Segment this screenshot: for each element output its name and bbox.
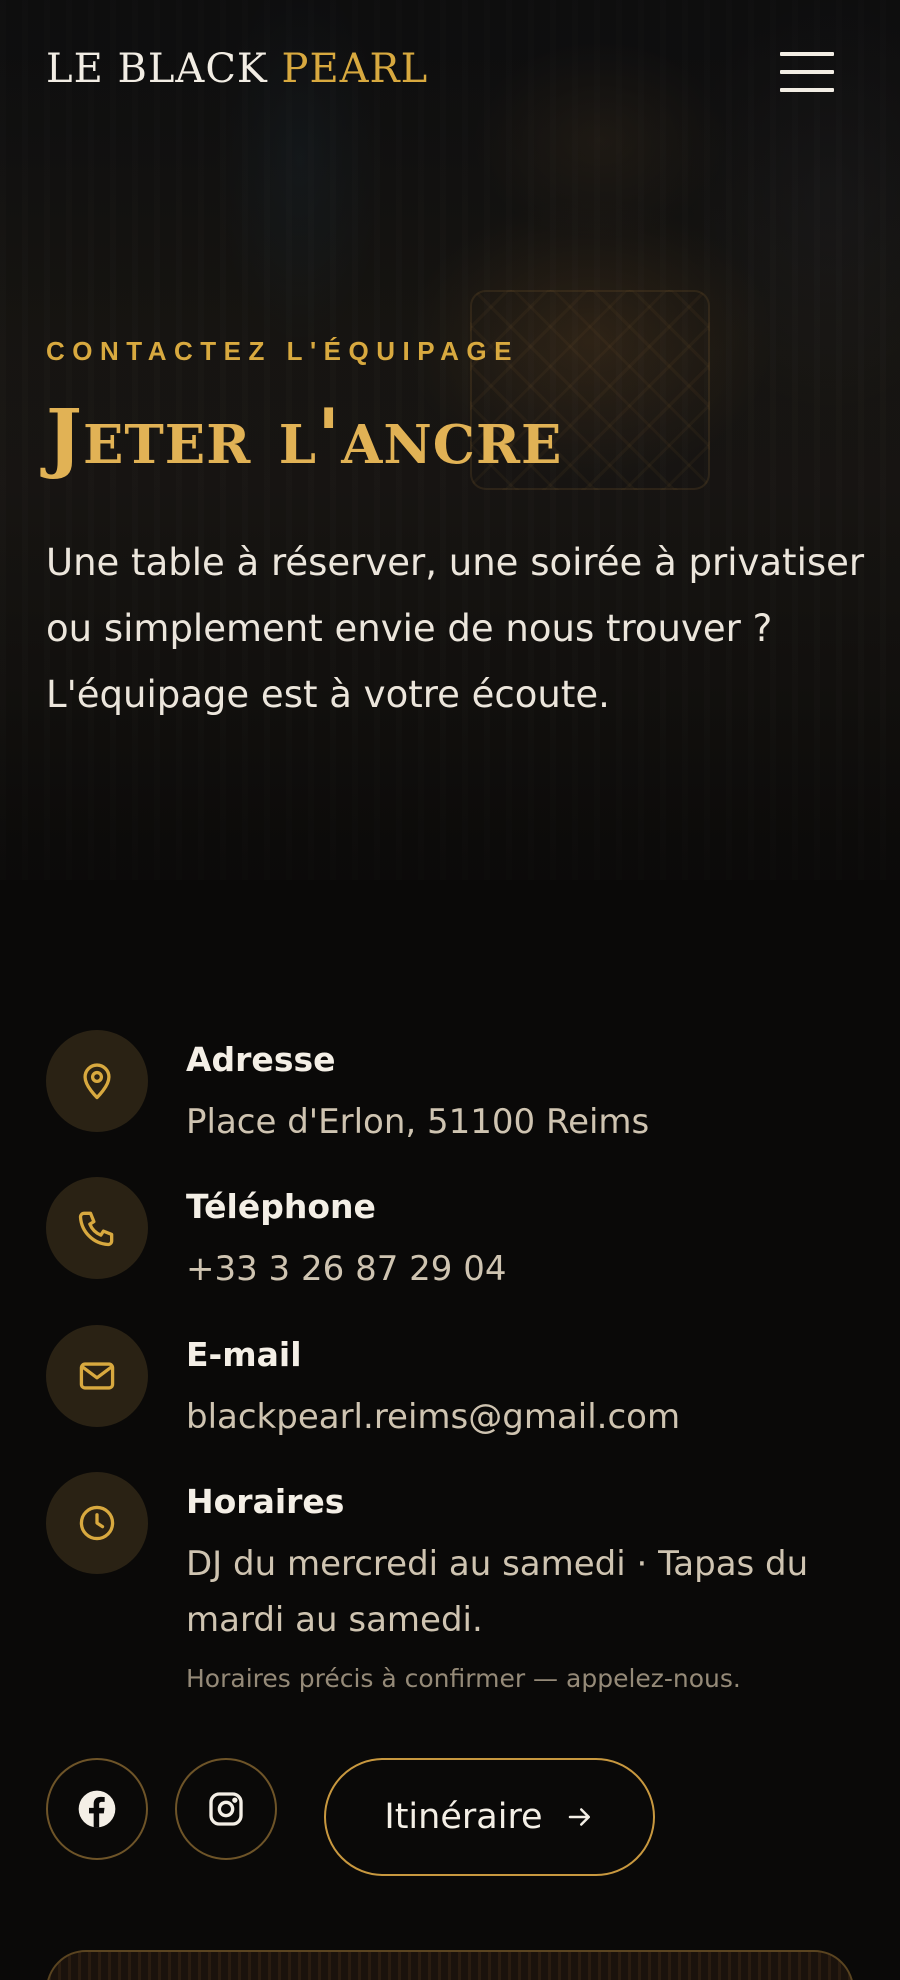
hero-title: Jeter l'ancre <box>46 392 563 481</box>
itinerary-button[interactable]: Itinéraire <box>324 1758 655 1876</box>
contact-label: Horaires <box>186 1482 345 1521</box>
arrow-right-icon <box>568 1808 590 1826</box>
contact-label: Adresse <box>186 1040 336 1079</box>
brand-name-accent: PEARL <box>281 46 429 92</box>
brand-logo[interactable]: LE BLACK PEARL <box>46 46 428 92</box>
facebook-button[interactable] <box>46 1758 148 1860</box>
map-card <box>46 1950 854 1980</box>
phone-link[interactable]: +33 3 26 87 29 04 <box>186 1241 866 1297</box>
itinerary-label: Itinéraire <box>384 1797 543 1837</box>
brand-name-primary: LE BLACK <box>46 46 268 92</box>
contact-label: Téléphone <box>186 1187 376 1226</box>
hours-note: Horaires précis à confirmer — appelez-no… <box>186 1664 741 1693</box>
clock-icon <box>46 1472 148 1574</box>
instagram-icon <box>209 1792 243 1826</box>
hero-eyebrow: CONTACTEZ L'ÉQUIPAGE <box>46 336 519 366</box>
hero-lead: Une table à réserver, une soirée à priva… <box>46 541 865 716</box>
phone-icon <box>46 1177 148 1279</box>
address-value[interactable]: Place d'Erlon, 51100 Reims <box>186 1094 866 1150</box>
email-link[interactable]: blackpearl.reims@gmail.com <box>186 1389 866 1445</box>
hours-value: DJ du mercredi au samedi · Tapas du mard… <box>186 1544 809 1640</box>
hamburger-icon[interactable] <box>778 52 836 96</box>
instagram-button[interactable] <box>175 1758 277 1860</box>
mail-icon <box>46 1325 148 1427</box>
facebook-icon <box>78 1790 116 1828</box>
contact-label: E-mail <box>186 1335 302 1374</box>
map-pin-icon <box>46 1030 148 1132</box>
